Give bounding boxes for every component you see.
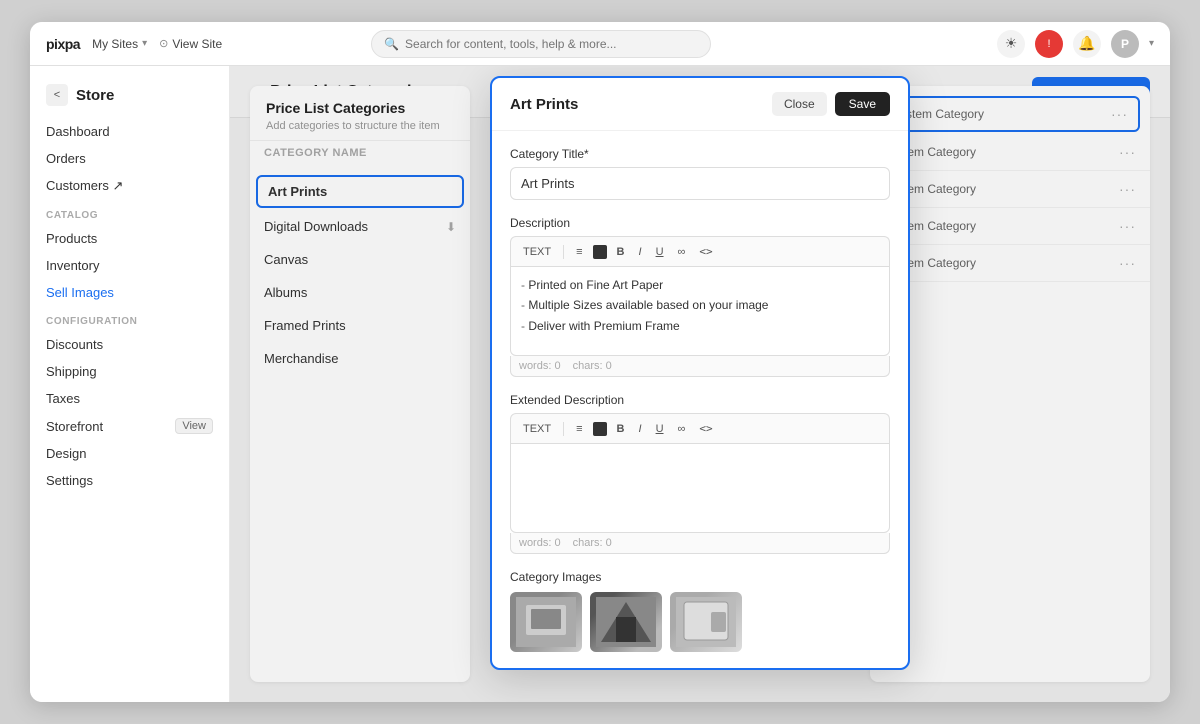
eye-icon: ⊙ <box>159 37 168 50</box>
extended-footer: words: 0 chars: 0 <box>510 533 890 554</box>
ext-link-btn[interactable]: ∞ <box>674 421 690 437</box>
ext-word-count: words: 0 <box>519 537 561 549</box>
sidebar-item-sell-images[interactable]: Sell Images <box>30 279 229 306</box>
ext-italic-btn[interactable]: I <box>635 421 646 437</box>
extended-description-group: Extended Description TEXT ≡ B I U ∞ <> <box>510 393 890 554</box>
ext-toolbar-sep <box>563 422 564 436</box>
sidebar-item-shipping[interactable]: Shipping <box>30 358 229 385</box>
config-section-label: CONFIGURATION <box>30 306 229 331</box>
sidebar-title: Store <box>76 87 114 104</box>
desc-line-2: Multiple Sizes available based on your i… <box>521 295 879 315</box>
description-label: Description <box>510 216 890 230</box>
app-logo: pixpa <box>46 36 80 52</box>
ext-bold-btn[interactable]: B <box>613 421 629 437</box>
desc-link-btn[interactable]: ∞ <box>674 244 690 260</box>
sidebar-header: < Store <box>30 78 229 118</box>
search-bar[interactable]: 🔍 <box>371 30 711 58</box>
avatar-btn[interactable]: P <box>1111 30 1139 58</box>
sidebar-item-discounts[interactable]: Discounts <box>30 331 229 358</box>
modal-title: Art Prints <box>510 96 578 113</box>
desc-underline-btn[interactable]: U <box>652 244 668 260</box>
my-sites-nav[interactable]: My Sites ▾ <box>92 37 147 51</box>
ext-list-btn[interactable]: ≡ <box>572 421 586 437</box>
content-area: ❮ Price List Categories ? Help + Add Cat… <box>230 66 1170 702</box>
extended-toolbar: TEXT ≡ B I U ∞ <> <box>510 413 890 443</box>
modal-save-button[interactable]: Save <box>835 92 890 116</box>
sidebar-item-customers[interactable]: Customers ↗ <box>30 172 229 200</box>
sidebar-item-taxes[interactable]: Taxes <box>30 385 229 412</box>
category-title-group: Category Title* <box>510 147 890 200</box>
modal-header-actions: Close Save <box>772 92 890 116</box>
chevron-down-icon: ▾ <box>142 38 147 49</box>
description-group: Description TEXT ≡ B I U ∞ <> <box>510 216 890 377</box>
category-images-row <box>510 592 890 652</box>
category-images-label: Category Images <box>510 570 890 584</box>
category-images-section: Category Images <box>510 570 890 652</box>
modal-body: Category Title* Description TEXT ≡ <box>492 131 908 668</box>
topbar: pixpa My Sites ▾ ⊙ View Site 🔍 ☀ ! 🔔 P ▾ <box>30 22 1170 66</box>
desc-word-count: words: 0 <box>519 360 561 372</box>
desc-char-count: chars: 0 <box>573 360 612 372</box>
sidebar-item-products[interactable]: Products <box>30 225 229 252</box>
sidebar: < Store Dashboard Orders Customers ↗ CAT… <box>30 66 230 702</box>
sidebar-item-orders[interactable]: Orders <box>30 145 229 172</box>
sidebar-item-settings[interactable]: Settings <box>30 467 229 494</box>
search-input[interactable] <box>405 37 698 51</box>
category-image-thumb-2[interactable] <box>590 592 662 652</box>
chevron-down-icon: ▾ <box>1149 38 1154 49</box>
extended-description-label: Extended Description <box>510 393 890 407</box>
sidebar-item-design[interactable]: Design <box>30 440 229 467</box>
topbar-icons: ☀ ! 🔔 P ▾ <box>997 30 1154 58</box>
view-site-nav[interactable]: ⊙ View Site <box>159 37 222 51</box>
sidebar-item-inventory[interactable]: Inventory <box>30 252 229 279</box>
category-title-input[interactable] <box>510 167 890 200</box>
ext-char-count: chars: 0 <box>573 537 612 549</box>
catalog-section-label: CATALOG <box>30 200 229 225</box>
edit-category-modal: Art Prints Close Save Category Title* <box>490 76 910 670</box>
search-icon: 🔍 <box>384 37 399 51</box>
bell-icon-btn[interactable]: 🔔 <box>1073 30 1101 58</box>
desc-text-btn[interactable]: TEXT <box>519 244 555 260</box>
sidebar-back-btn[interactable]: < <box>46 84 68 106</box>
category-image-thumb-3[interactable] <box>670 592 742 652</box>
description-toolbar: TEXT ≡ B I U ∞ <> <box>510 236 890 266</box>
modal-header: Art Prints Close Save <box>492 78 908 131</box>
desc-code-btn[interactable]: <> <box>695 243 716 260</box>
modal-overlay: Art Prints Close Save Category Title* <box>230 66 1170 702</box>
notification-icon-btn[interactable]: ! <box>1035 30 1063 58</box>
category-image-thumb-1[interactable] <box>510 592 582 652</box>
ext-code-btn[interactable]: <> <box>695 420 716 437</box>
desc-line-3: Deliver with Premium Frame <box>521 316 879 336</box>
toolbar-sep-1 <box>563 245 564 259</box>
desc-bold-btn[interactable]: B <box>613 244 629 260</box>
ext-underline-btn[interactable]: U <box>652 421 668 437</box>
sidebar-item-storefront[interactable]: Storefront View <box>30 412 229 440</box>
ext-color-btn[interactable] <box>593 422 607 436</box>
description-editor[interactable]: Printed on Fine Art Paper Multiple Sizes… <box>510 266 890 356</box>
sun-icon-btn[interactable]: ☀ <box>997 30 1025 58</box>
desc-color-btn[interactable] <box>593 245 607 259</box>
ext-text-btn[interactable]: TEXT <box>519 421 555 437</box>
desc-line-1: Printed on Fine Art Paper <box>521 275 879 295</box>
desc-list-btn[interactable]: ≡ <box>572 244 586 260</box>
sidebar-item-dashboard[interactable]: Dashboard <box>30 118 229 145</box>
desc-italic-btn[interactable]: I <box>635 244 646 260</box>
description-footer: words: 0 chars: 0 <box>510 356 890 377</box>
extended-editor[interactable] <box>510 443 890 533</box>
category-title-label: Category Title* <box>510 147 890 161</box>
modal-close-button[interactable]: Close <box>772 92 827 116</box>
main-layout: < Store Dashboard Orders Customers ↗ CAT… <box>30 66 1170 702</box>
storefront-view-badge[interactable]: View <box>175 418 213 434</box>
